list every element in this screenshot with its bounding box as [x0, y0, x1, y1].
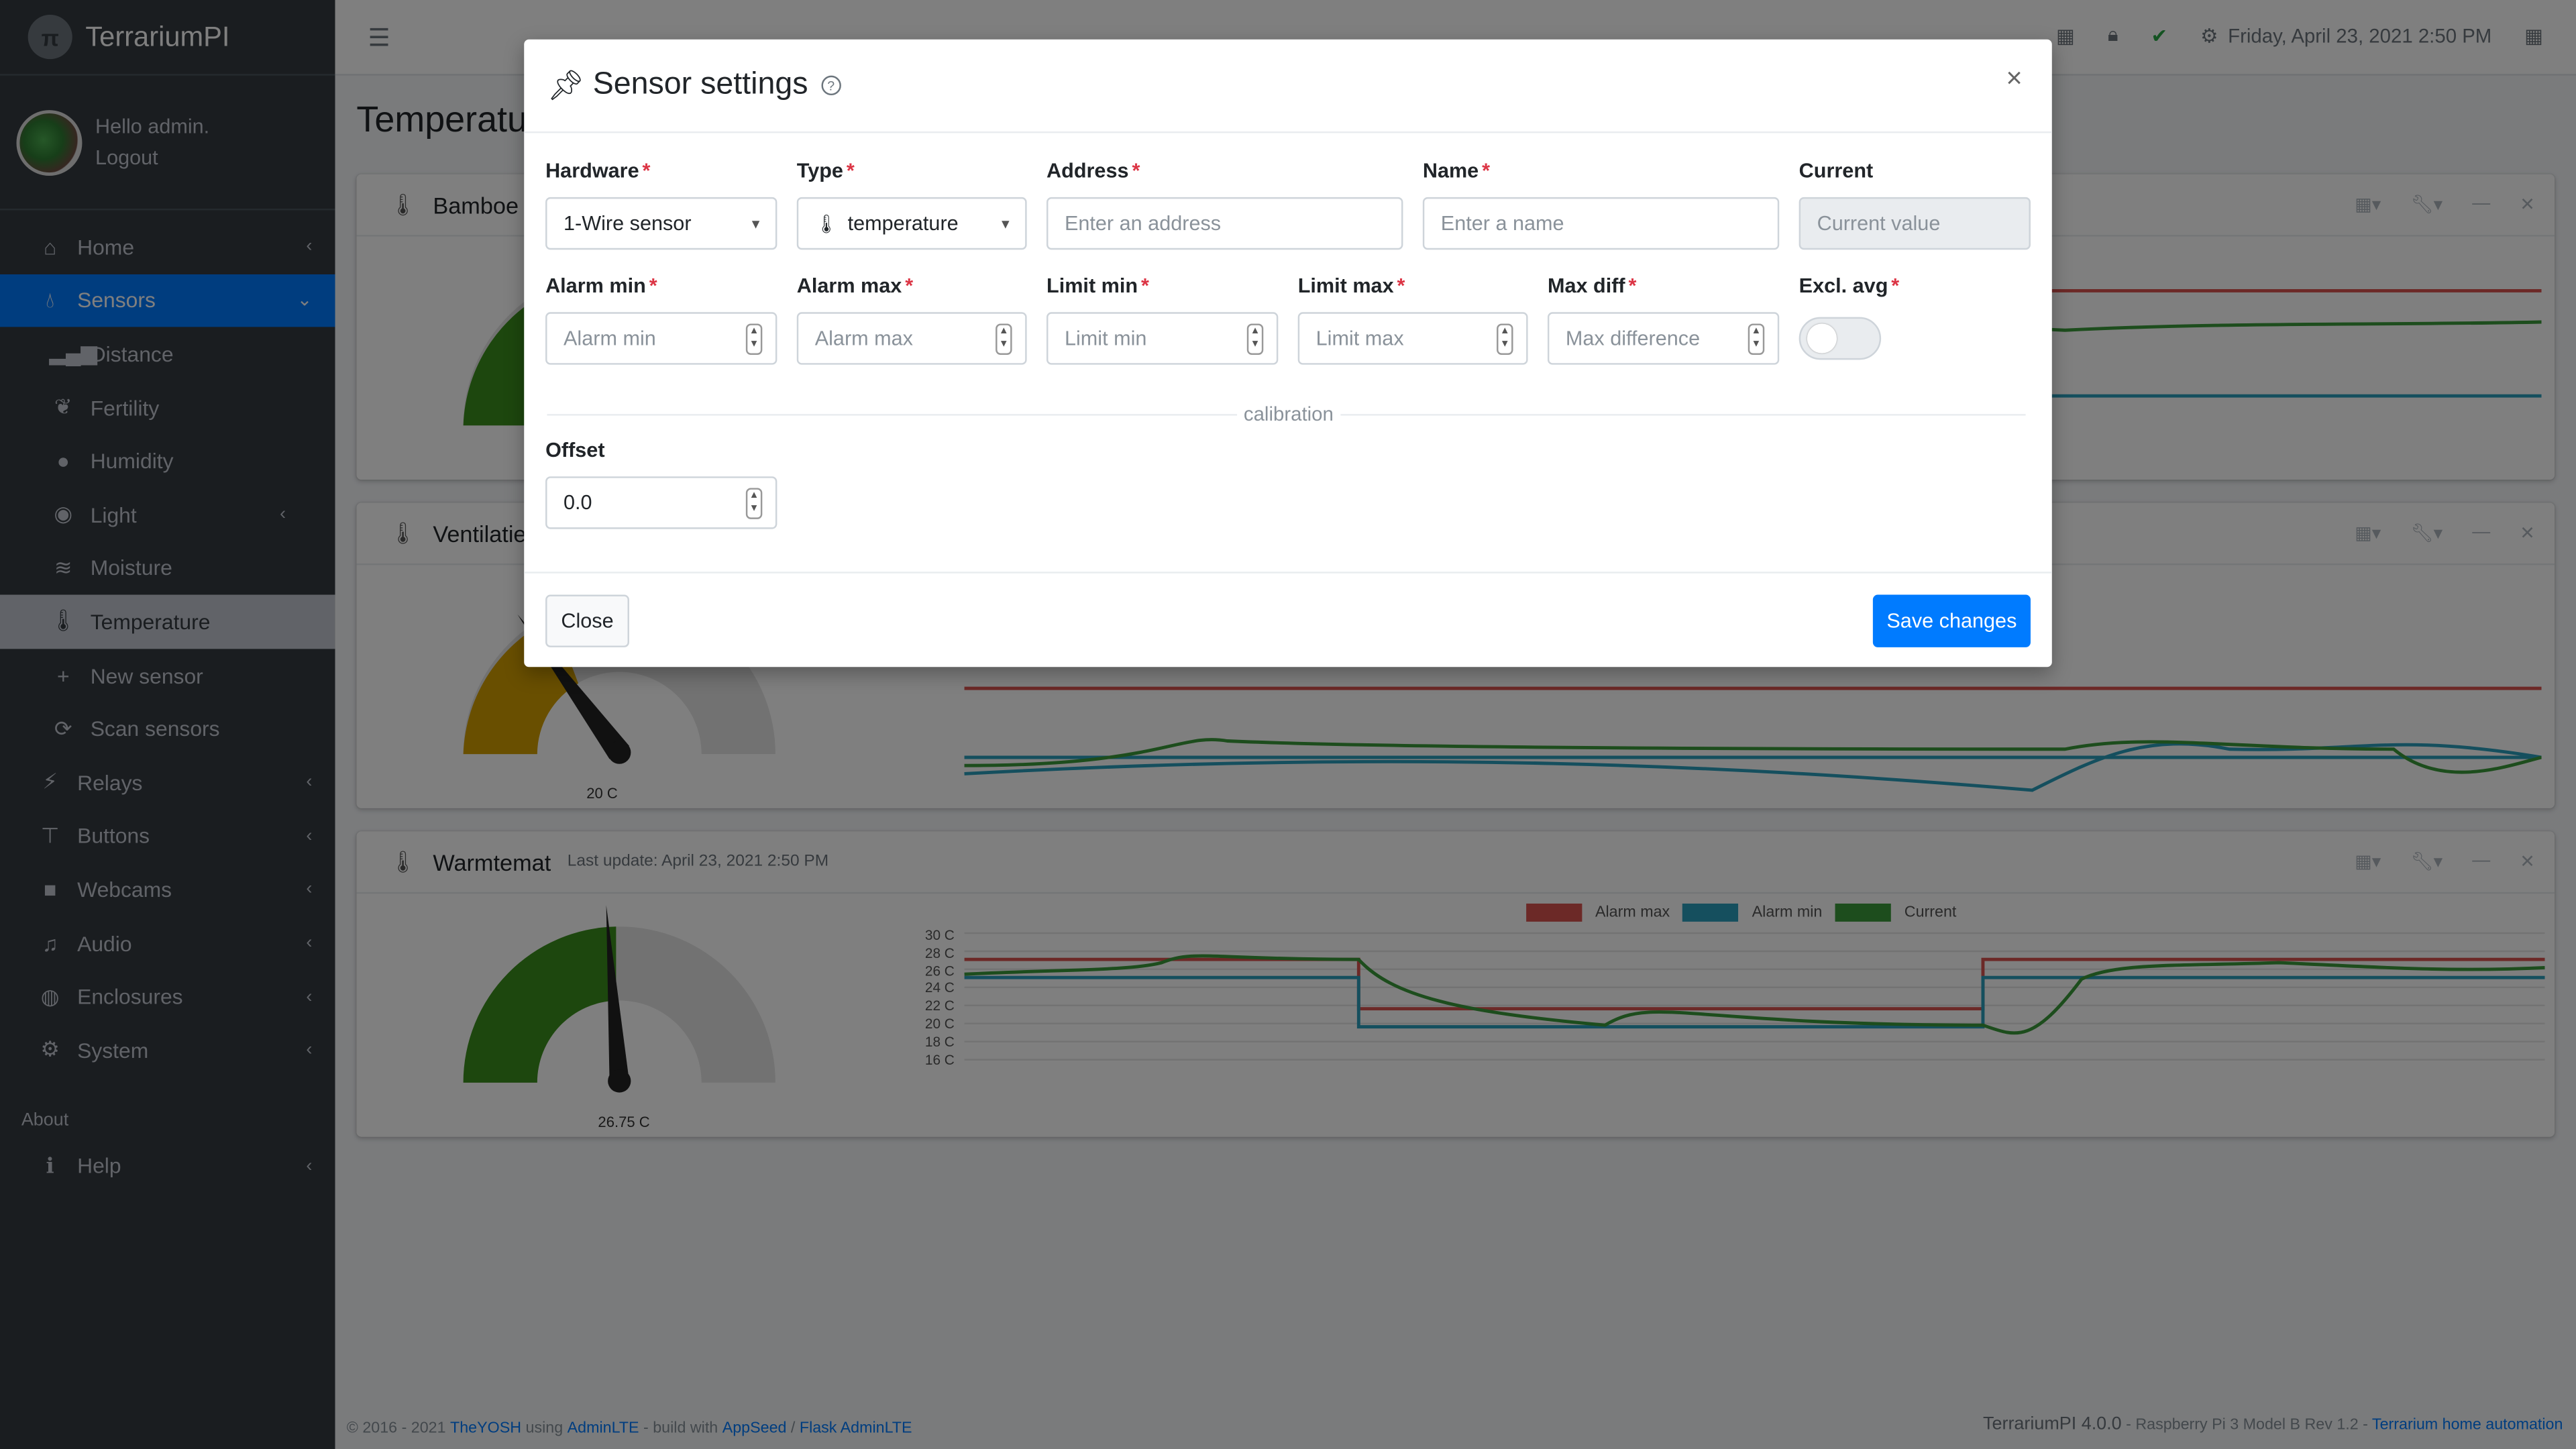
modal-title: Sensor settings: [592, 67, 808, 102]
limit-max-input[interactable]: Limit max ▲ ▼: [1297, 312, 1528, 365]
hardware-select[interactable]: 1-Wire sensor ▼: [545, 197, 777, 250]
spinner-icon[interactable]: ▲ ▼: [745, 488, 763, 519]
label-current: Current: [1799, 159, 1874, 182]
excl-avg-toggle[interactable]: [1799, 317, 1882, 360]
caret-down-icon: ▼: [749, 216, 763, 231]
calibration-label: calibration: [1237, 402, 1340, 426]
modal-footer: Close Save changes: [524, 572, 2052, 667]
thumbtack-icon: 📌︎: [547, 68, 585, 101]
thermometer-icon: 🌡︎: [814, 214, 838, 234]
caret-down-icon: ▼: [999, 216, 1012, 231]
label-address: Address *: [1046, 159, 1140, 182]
current-value-input: Current value: [1799, 197, 2031, 250]
close-icon[interactable]: ×: [2006, 62, 2022, 95]
max-diff-input[interactable]: Max difference ▲ ▼: [1547, 312, 1780, 365]
spinner-icon[interactable]: ▲ ▼: [745, 323, 763, 355]
label-excl-avg: Excl. avg *: [1799, 274, 1900, 298]
name-input[interactable]: Enter a name: [1422, 197, 1780, 250]
address-input[interactable]: Enter an address: [1046, 197, 1403, 250]
close-button[interactable]: Close: [545, 594, 629, 647]
label-name: Name *: [1422, 159, 1491, 182]
label-limit-min: Limit min *: [1046, 274, 1149, 298]
type-select[interactable]: 🌡︎ temperature ▼: [796, 197, 1027, 250]
spinner-icon[interactable]: ▲ ▼: [1246, 323, 1264, 355]
help-icon[interactable]: ?: [821, 75, 841, 96]
alarm-min-input[interactable]: Alarm min ▲ ▼: [545, 312, 777, 365]
toggle-knob: [1807, 323, 1837, 354]
sensor-settings-modal: 📌︎ Sensor settings ? × Hardware * Type * A…: [524, 39, 2052, 667]
label-limit-max: Limit max *: [1297, 274, 1405, 298]
label-hardware: Hardware *: [545, 159, 651, 182]
spinner-icon[interactable]: ▲ ▼: [1748, 323, 1765, 355]
label-max-diff: Max diff *: [1547, 274, 1637, 298]
label-offset: Offset: [545, 438, 605, 462]
label-type: Type *: [796, 159, 855, 182]
limit-min-input[interactable]: Limit min ▲ ▼: [1046, 312, 1279, 365]
spinner-icon[interactable]: ▲ ▼: [996, 323, 1012, 355]
spinner-icon[interactable]: ▲ ▼: [1497, 323, 1513, 355]
offset-input[interactable]: 0.0 ▲ ▼: [545, 476, 777, 529]
alarm-max-input[interactable]: Alarm max ▲ ▼: [796, 312, 1027, 365]
save-changes-button[interactable]: Save changes: [1872, 594, 2031, 647]
label-alarm-min: Alarm min *: [545, 274, 657, 298]
label-alarm-max: Alarm max *: [796, 274, 914, 298]
